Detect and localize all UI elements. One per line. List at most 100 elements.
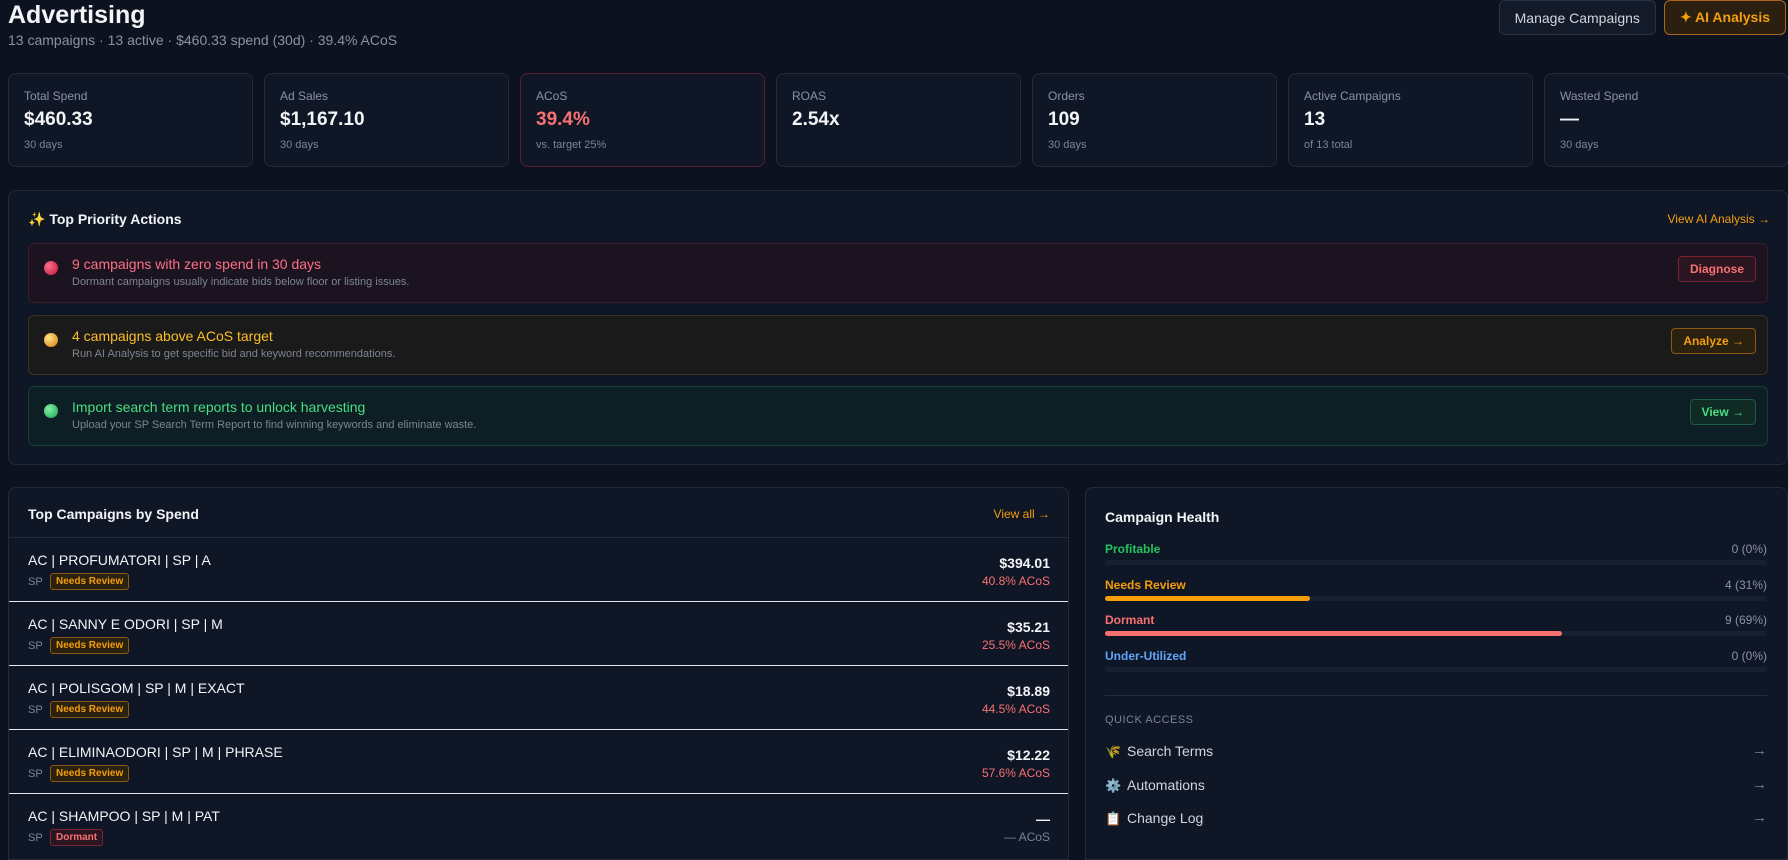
campaign-name: AC | SHAMPOO | SP | M | PAT (28, 808, 220, 824)
campaign-type: SP (28, 768, 43, 780)
status-badge: Needs Review (50, 573, 130, 590)
action-description: Dormant campaigns usually indicate bids … (72, 276, 410, 288)
top-campaigns-header: Top Campaigns by Spend View all → (9, 488, 1068, 538)
kpi-value: 13 (1304, 109, 1326, 130)
kpi-label: Ad Sales (280, 89, 329, 103)
kpi-sub: vs. target 25% (536, 139, 607, 151)
quick-access-automations[interactable]: ⚙️ Automations → (1105, 776, 1767, 796)
kpi-label: ROAS (792, 89, 827, 103)
campaign-spend: — (1036, 811, 1050, 827)
action-title: 4 campaigns above ACoS target (72, 328, 273, 344)
action-description: Run AI Analysis to get specific bid and … (72, 348, 396, 360)
gear-icon: ⚙️ (1105, 778, 1122, 793)
yellow-circle-icon (44, 333, 58, 347)
page-title: Advertising (8, 1, 146, 29)
health-row-dormant: Dormant 9 (69%) (1105, 613, 1767, 643)
page-header: Advertising 13 campaigns · 13 active · $… (8, 0, 397, 48)
health-label: Needs Review (1105, 578, 1186, 592)
kpi-active-campaigns: Active Campaigns 13 of 13 total (1288, 73, 1533, 167)
campaign-acos: 57.6% ACoS (981, 766, 1050, 780)
campaign-row[interactable]: AC | SANNY E ODORI | SP | M SP Needs Rev… (9, 602, 1068, 666)
campaign-row[interactable]: AC | PROFUMATORI | SP | A SP Needs Revie… (9, 538, 1068, 602)
kpi-label: Orders (1048, 89, 1085, 103)
kpi-value: 109 (1048, 109, 1080, 130)
health-row-needs-review: Needs Review 4 (31%) (1105, 578, 1767, 608)
view-ai-analysis-link[interactable]: View AI Analysis → (1668, 212, 1771, 226)
campaign-row[interactable]: AC | SHAMPOO | SP | M | PAT SP Dormant —… (9, 794, 1068, 858)
action-title: Import search term reports to unlock har… (72, 399, 366, 415)
priority-title: ✨ Top Priority Actions (28, 211, 182, 227)
quick-access-change-log[interactable]: 📋 Change Log → (1105, 809, 1767, 829)
health-label: Under-Utilized (1105, 649, 1187, 663)
campaign-acos: — ACoS (1003, 830, 1050, 844)
page-subtitle: 13 campaigns · 13 active · $460.33 spend… (8, 32, 398, 48)
campaign-spend: $18.89 (1007, 683, 1050, 699)
campaign-spend: $35.21 (1007, 619, 1050, 635)
kpi-value: $1,167.10 (280, 109, 365, 130)
kpi-sub: 30 days (24, 139, 63, 151)
quick-access-label-text: Automations (1127, 777, 1205, 793)
campaign-name: AC | SANNY E ODORI | SP | M (28, 616, 223, 632)
quick-access-label-text: Search Terms (1127, 743, 1214, 759)
status-badge: Needs Review (50, 637, 130, 654)
health-bar-fill (1105, 631, 1562, 636)
kpi-value: 39.4% (536, 109, 590, 130)
campaign-type: SP (28, 832, 43, 844)
quick-access-search-terms[interactable]: 🌾 Search Terms → (1105, 742, 1767, 762)
action-zero-spend: 9 campaigns with zero spend in 30 days D… (28, 243, 1768, 303)
green-circle-icon (44, 404, 58, 418)
kpi-label: Total Spend (24, 89, 88, 103)
analyze-button[interactable]: Analyze → (1671, 328, 1756, 354)
health-label: Dormant (1105, 613, 1155, 627)
kpi-sub: 30 days (1048, 139, 1087, 151)
campaign-name: AC | POLISGOM | SP | M | EXACT (28, 680, 245, 696)
health-value: 9 (69%) (1724, 613, 1767, 627)
sheaf-icon: 🌾 (1105, 744, 1122, 759)
kpi-ad-sales: Ad Sales $1,167.10 30 days (264, 73, 509, 167)
health-row-profitable: Profitable 0 (0%) (1105, 542, 1767, 572)
kpi-value: — (1560, 109, 1579, 130)
kpi-label: ACoS (536, 89, 568, 103)
diagnose-button[interactable]: Diagnose (1677, 256, 1756, 282)
status-badge: Dormant (50, 829, 104, 846)
action-import-search-terms: Import search term reports to unlock har… (28, 386, 1768, 446)
kpi-total-spend: Total Spend $460.33 30 days (8, 73, 253, 167)
campaign-row[interactable]: AC | ELIMINAODORI | SP | M | PHRASE SP N… (9, 730, 1068, 794)
kpi-wasted-spend: Wasted Spend — 30 days (1544, 73, 1788, 167)
kpi-sub: 30 days (1560, 139, 1599, 151)
campaign-acos: 40.8% ACoS (981, 574, 1050, 588)
divider (1105, 695, 1767, 696)
health-bar-track (1105, 667, 1767, 672)
kpi-acos: ACoS 39.4% vs. target 25% (520, 73, 765, 167)
view-button[interactable]: View → (1689, 399, 1756, 425)
kpi-value: $460.33 (24, 109, 93, 130)
manage-campaigns-button[interactable]: Manage Campaigns (1498, 0, 1656, 35)
arrow-right-icon: → (1752, 776, 1767, 793)
health-bar-track (1105, 596, 1767, 601)
view-all-link[interactable]: View all → (994, 507, 1050, 521)
priority-actions-panel: ✨ Top Priority Actions View AI Analysis … (8, 190, 1788, 465)
kpi-label: Wasted Spend (1560, 89, 1639, 103)
campaign-acos: 44.5% ACoS (981, 702, 1050, 716)
campaign-name: AC | PROFUMATORI | SP | A (28, 552, 211, 568)
campaign-type: SP (28, 640, 43, 652)
campaign-acos: 25.5% ACoS (981, 638, 1050, 652)
header-actions: Manage Campaigns ✦ AI Analysis (1498, 0, 1786, 35)
health-value: 0 (0%) (1731, 542, 1767, 556)
ai-analysis-button[interactable]: ✦ AI Analysis (1663, 0, 1786, 35)
campaign-row[interactable]: AC | POLISGOM | SP | M | EXACT SP Needs … (9, 666, 1068, 730)
top-campaigns-panel: Top Campaigns by Spend View all → AC | P… (8, 487, 1069, 860)
kpi-roas: ROAS 2.54x (776, 73, 1021, 167)
campaign-spend: $12.22 (1007, 747, 1050, 763)
kpi-sub: of 13 total (1304, 139, 1353, 151)
campaign-type: SP (28, 704, 43, 716)
action-title: 9 campaigns with zero spend in 30 days (72, 256, 322, 272)
kpi-label: Active Campaigns (1304, 89, 1401, 103)
campaign-health-panel: Campaign Health Profitable 0 (0%) Needs … (1085, 487, 1788, 860)
kpi-row: Total Spend $460.33 30 days Ad Sales $1,… (8, 73, 1788, 167)
top-campaigns-title: Top Campaigns by Spend (28, 506, 199, 522)
health-bar-fill (1105, 596, 1311, 601)
health-value: 0 (0%) (1731, 649, 1767, 663)
kpi-sub: 30 days (280, 139, 319, 151)
clipboard-icon: 📋 (1105, 811, 1122, 826)
